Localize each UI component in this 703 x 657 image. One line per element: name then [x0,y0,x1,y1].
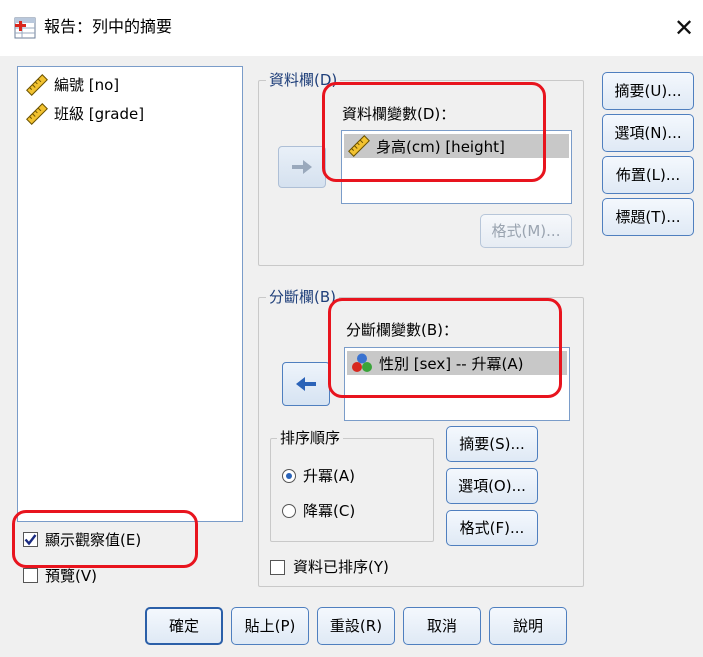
summary-button[interactable]: 摘要(U)... [602,72,694,110]
move-to-data-columns-button[interactable] [278,146,326,188]
report-app-icon [14,17,36,39]
data-columns-variable-list[interactable]: 身高(cm) [height] [341,130,572,204]
data-sorted-label: 資料已排序(Y) [293,558,389,576]
titles-button[interactable]: 標題(T)... [602,198,694,236]
show-cases-checkbox[interactable] [23,532,38,547]
variable-label: 編號 [no] [54,76,120,94]
selected-break-variable: 性別 [sex] -- 升冪(A) [379,354,524,373]
nominal-variable-icon [352,353,372,372]
help-button[interactable]: 說明 [489,607,567,645]
arrow-right-icon [292,160,312,174]
ruler-icon [26,74,48,96]
data-columns-variables-label: 資料欄變數(D)： [342,105,456,123]
sort-order-group [270,438,434,542]
arrow-left-icon [296,377,316,391]
ok-button[interactable]: 確定 [145,607,223,645]
ascending-radio[interactable] [282,469,296,483]
ruler-icon [26,103,48,125]
data-format-button[interactable]: 格式(M)... [480,214,572,248]
descending-label: 降冪(C) [303,502,356,520]
break-columns-variables-label: 分斷欄變數(B)： [346,321,458,339]
ascending-label: 升冪(A) [303,467,355,485]
sort-order-group-label: 排序順序 [277,429,344,447]
break-columns-variable-list[interactable]: 性別 [sex] -- 升冪(A) [344,347,570,421]
preview-label: 預覽(V) [45,567,97,585]
options-button[interactable]: 選項(N)... [602,114,694,152]
list-item[interactable]: 身高(cm) [height] [344,134,569,158]
paste-button[interactable]: 貼上(P) [231,607,309,645]
source-variable-list[interactable]: 編號 [no] 班級 [grade] [17,66,243,522]
move-to-break-columns-button[interactable] [282,362,330,406]
break-format-button[interactable]: 格式(F)... [446,510,538,546]
close-button[interactable]: ✕ [668,12,700,44]
break-options-button[interactable]: 選項(O)... [446,468,538,504]
list-item[interactable]: 編號 [no] [26,74,119,96]
break-columns-group-label: 分斷欄(B) [266,288,339,306]
preview-checkbox[interactable] [23,568,38,583]
list-item[interactable]: 班級 [grade] [26,103,144,125]
list-item[interactable]: 性別 [sex] -- 升冪(A) [347,351,567,375]
variable-label: 班級 [grade] [54,105,145,123]
checkmark-icon [24,534,37,546]
reset-button[interactable]: 重設(R) [317,607,395,645]
cancel-button[interactable]: 取消 [403,607,481,645]
data-sorted-checkbox[interactable] [270,560,285,575]
layout-button[interactable]: 佈置(L)... [602,156,694,194]
window-title: 報告：列中的摘要 [44,17,173,36]
break-summary-button[interactable]: 摘要(S)... [446,426,538,462]
data-columns-group-label: 資料欄(D) [266,71,341,89]
descending-radio[interactable] [282,504,296,518]
selected-data-variable: 身高(cm) [height] [376,137,505,156]
show-cases-label: 顯示觀察值(E) [45,531,142,549]
ruler-icon [348,135,370,157]
